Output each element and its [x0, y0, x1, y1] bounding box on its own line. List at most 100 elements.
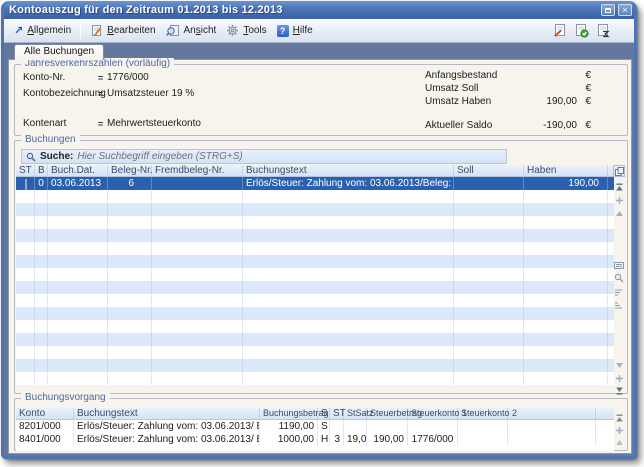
umsatz-haben-value: 190,00	[519, 96, 577, 107]
scroll-down-icon[interactable]	[613, 359, 625, 371]
col-haben[interactable]: Haben	[524, 165, 608, 176]
buchungsvorgang-table: Konto Buchungstext Buchungsbetrag S ST S…	[16, 408, 614, 451]
close-button[interactable]: ×	[618, 4, 632, 16]
empty-table-row[interactable]	[16, 320, 614, 333]
col-konto[interactable]: Konto	[16, 408, 74, 419]
empty-table-row[interactable]	[16, 242, 614, 255]
empty-table-row[interactable]	[16, 294, 614, 307]
empty-table-row[interactable]	[16, 255, 614, 268]
scroll-bottom-icon[interactable]	[613, 384, 625, 396]
buchungen-header[interactable]: ST B Buch.Dat. Beleg-Nr. Fremdbeleg-Nr. …	[16, 165, 614, 177]
search-bar[interactable]: Suche: Hier Suchbegriff eingeben (STRG+S…	[21, 149, 507, 164]
col-fremdbelegnr[interactable]: Fremdbeleg-Nr.	[152, 165, 243, 176]
help-icon: ?	[277, 25, 289, 37]
add-row-icon[interactable]	[613, 424, 625, 436]
jvz-row-kontonr: Konto-Nr. = 1776/000	[23, 71, 149, 84]
menu-hilfe[interactable]: ? Hilfe	[272, 23, 318, 39]
vorgang-row[interactable]: 8401/000 Erlös/Steuer: Zahlung vom: 03.0…	[16, 433, 614, 446]
sort-asc-icon[interactable]	[613, 286, 625, 298]
currency-symbol: €	[577, 120, 591, 131]
tab-alle-buchungen[interactable]: Alle Buchungen	[14, 44, 104, 60]
group-title: Buchungsvorgang	[21, 392, 110, 404]
window-title: Kontoauszug für den Zeitraum 01.2013 bis…	[9, 4, 598, 16]
search-small-icon[interactable]	[613, 272, 625, 284]
kontenart-value: Mehrwertsteuerkonto	[107, 118, 201, 129]
menu-ansicht[interactable]: Ansicht	[161, 22, 222, 39]
empty-table-row[interactable]	[16, 190, 614, 203]
jvz-row-kontenart: Kontenart = Mehrwertsteuerkonto	[23, 117, 201, 130]
empty-table-row[interactable]	[16, 281, 614, 294]
col-filler	[508, 408, 596, 419]
titlebar[interactable]: Kontoauszug für den Zeitraum 01.2013 bis…	[1, 1, 637, 19]
edit-document-icon	[90, 24, 103, 37]
restore-icon	[605, 8, 611, 13]
sort-desc-icon[interactable]	[613, 299, 625, 311]
col-b[interactable]: B	[35, 165, 48, 176]
group-title: Buchungen	[21, 134, 80, 146]
empty-table-row[interactable]	[16, 372, 614, 385]
buchungen-empty-rows	[16, 190, 614, 385]
col-soll[interactable]: Soll	[454, 165, 524, 176]
close-icon: ×	[622, 6, 627, 15]
gear-icon	[226, 24, 239, 37]
column-chooser-icon[interactable]	[613, 165, 625, 177]
scroll-top-icon[interactable]	[613, 412, 625, 424]
add-row-icon[interactable]	[613, 194, 625, 206]
search-placeholder: Hier Suchbegriff eingeben (STRG+S)	[77, 151, 242, 162]
vorgang-side-strip	[612, 408, 626, 449]
col-buchungstext[interactable]: Buchungstext	[74, 408, 260, 419]
content-panel: Jahresverkehrszahlen (vorläufig) Konto-N…	[8, 59, 632, 454]
empty-table-row[interactable]	[16, 307, 614, 320]
vorgang-row[interactable]: 8201/000 Erlös/Steuer: Zahlung vom: 03.0…	[16, 420, 614, 433]
row-doc-icon	[16, 177, 35, 190]
col-steuerkonto2[interactable]: Steuerkonto 2	[458, 408, 508, 419]
currency-symbol: €	[577, 70, 591, 81]
empty-table-row[interactable]	[16, 268, 614, 281]
jvz-row-aktueller-saldo: Aktueller Saldo -190,00 €	[425, 119, 591, 132]
empty-table-row[interactable]	[16, 203, 614, 216]
group-jahresverkehrszahlen: Jahresverkehrszahlen (vorläufig) Konto-N…	[14, 64, 628, 136]
currency-symbol: €	[577, 83, 591, 94]
equals-icon: =	[98, 119, 107, 129]
empty-table-row[interactable]	[16, 216, 614, 229]
col-steuerkonto1[interactable]: Steuerkonto 1	[408, 408, 458, 419]
empty-table-row[interactable]	[16, 229, 614, 242]
scroll-up-icon[interactable]	[613, 207, 625, 219]
report-print-icon[interactable]	[552, 23, 567, 38]
col-st[interactable]: ST	[330, 408, 344, 419]
col-buchdat[interactable]: Buch.Dat.	[48, 165, 108, 176]
buchung-row-selected[interactable]: 0 03.06.2013 6 Erlös/Steuer: Zahlung vom…	[16, 177, 614, 190]
view-document-icon	[166, 24, 180, 37]
col-s[interactable]: S	[318, 408, 330, 419]
menu-bearbeiten[interactable]: Bearbeiten	[85, 22, 160, 39]
keyboard-icon[interactable]	[613, 259, 625, 271]
col-belegnr[interactable]: Beleg-Nr.	[108, 165, 152, 176]
empty-table-row[interactable]	[16, 333, 614, 346]
group-buchungsvorgang: Buchungsvorgang Konto Buchungstext Buchu…	[14, 398, 628, 451]
col-st[interactable]: ST	[16, 165, 35, 176]
empty-table-row[interactable]	[16, 359, 614, 372]
col-stsatz[interactable]: StSatz	[344, 408, 367, 419]
kontobezeichnung-value: Umsatzsteuer 19 %	[107, 88, 194, 99]
document-check-icon[interactable]	[574, 23, 589, 38]
scroll-up-icon[interactable]	[613, 436, 625, 448]
search-icon	[26, 152, 36, 162]
add-row-icon[interactable]	[613, 372, 625, 384]
jvz-row-anfangsbestand: Anfangsbestand €	[425, 69, 591, 82]
search-label: Suche:	[40, 151, 73, 162]
jvz-row-umsatz-haben: Umsatz Haben 190,00 €	[425, 95, 591, 108]
arrow-up-right-icon: ↗	[14, 24, 23, 37]
col-buchungsbetrag[interactable]: Buchungsbetrag	[260, 408, 318, 419]
menu-tools[interactable]: Tools	[221, 22, 271, 39]
document-sum-icon[interactable]	[596, 23, 611, 38]
col-buchungstext[interactable]: Buchungstext	[243, 165, 454, 176]
toolbar-separator	[80, 23, 81, 39]
restore-button[interactable]	[601, 4, 615, 16]
empty-table-row[interactable]	[16, 346, 614, 359]
menu-allgemein[interactable]: ↗ Allgemein	[9, 22, 76, 39]
toolbar-right-icons	[552, 23, 629, 38]
equals-icon: =	[98, 73, 107, 83]
buchungsvorgang-header[interactable]: Konto Buchungstext Buchungsbetrag S ST S…	[16, 408, 614, 420]
col-steuerbetrag[interactable]: Steuerbetrag	[367, 408, 408, 419]
scroll-top-icon[interactable]	[613, 181, 625, 193]
